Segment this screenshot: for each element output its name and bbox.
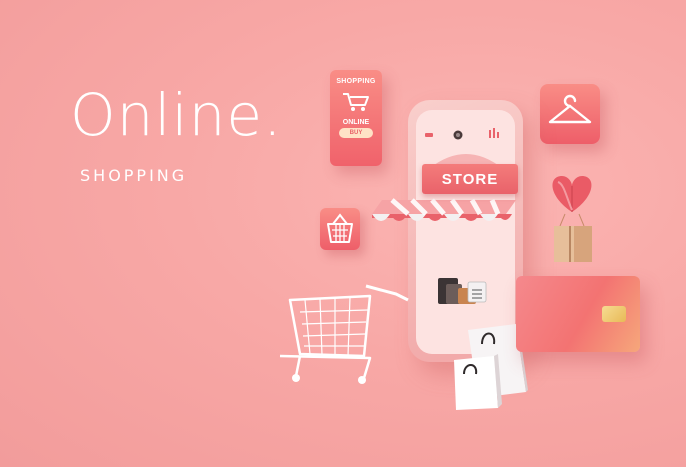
- shopping-cart-icon: [279, 284, 409, 379]
- illustration-graphics: [279, 128, 592, 410]
- product-items-icon: [438, 278, 487, 304]
- signal-icon: [489, 128, 499, 138]
- credit-card-icon: [516, 276, 640, 352]
- heart-balloon-icon: [552, 176, 592, 227]
- store-sign: STORE: [422, 164, 518, 194]
- card-chip-icon: [602, 306, 626, 322]
- cart-wheel-icon: [292, 374, 300, 382]
- cart-wheel-icon: [358, 376, 366, 384]
- parcel-box-icon: [554, 226, 592, 262]
- shopping-bag-icon: [454, 354, 502, 410]
- awning-icon: [372, 198, 516, 221]
- phone-indicator-icon: [425, 133, 433, 137]
- shopping-illustration: Online. SHOPPING SHOPPING ONLINE BUY STO…: [0, 0, 686, 467]
